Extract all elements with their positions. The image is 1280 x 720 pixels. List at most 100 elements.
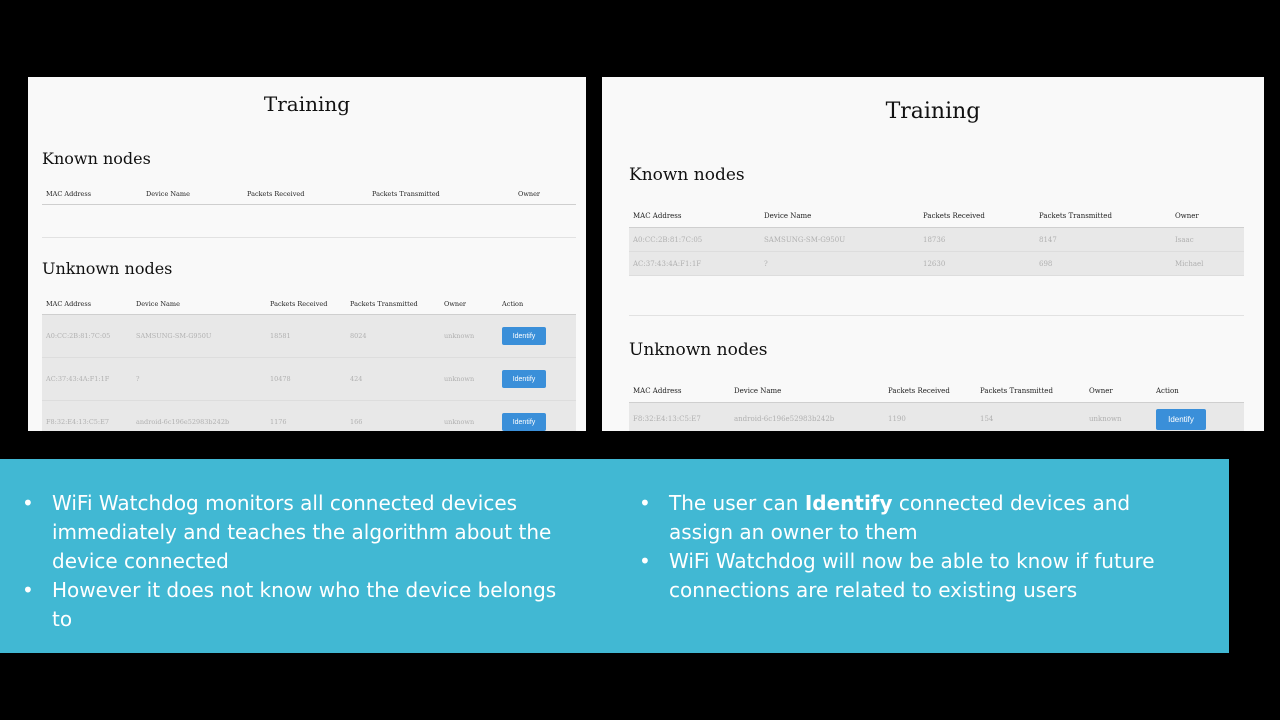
column-header: Owner (1171, 205, 1244, 228)
device-name-cell: android-6c196e52983b242b (730, 402, 884, 431)
unknown-nodes-heading: Unknown nodes (629, 340, 768, 360)
mac-address-cell: F8:32:E4:13:C5:E7 (629, 402, 730, 431)
page-title: Training (263, 92, 351, 116)
bullet-item: • WiFi Watchdog will now be able to know… (639, 547, 1199, 605)
column-header: Packets Received (884, 380, 976, 403)
identify-button[interactable]: Identify (502, 370, 546, 388)
packets-received-cell: 18736 (919, 227, 1035, 252)
packets-transmitted-cell: 8147 (1035, 227, 1171, 252)
identify-button[interactable]: Identify (1156, 408, 1206, 430)
known-nodes-table: MAC Address Device Name Packets Received… (629, 205, 1244, 276)
unknown-nodes-heading: Unknown nodes (42, 259, 173, 278)
right-screenshot: Training Known nodes MAC Address Device … (602, 77, 1264, 431)
column-header: Device Name (142, 184, 243, 205)
column-header: Device Name (730, 380, 884, 403)
column-header: Packets Transmitted (1035, 205, 1171, 228)
device-name-cell: SAMSUNG-SM-G950U (760, 227, 919, 252)
column-header: Packets Received (243, 184, 368, 205)
table-header-row: MAC Address Device Name Packets Received… (629, 380, 1244, 403)
owner-cell: unknown (440, 314, 498, 358)
owner-cell: unknown (440, 357, 498, 401)
summary-banner: • WiFi Watchdog monitors all connected d… (0, 459, 1229, 653)
packets-received-cell: 10478 (266, 357, 346, 401)
identify-button[interactable]: Identify (502, 327, 546, 345)
device-name-cell: android-6c196e52983b242b (132, 400, 266, 431)
bullet-text: However it does not know who the device … (52, 578, 557, 631)
column-header: MAC Address (629, 380, 730, 403)
owner-cell: Michael (1171, 251, 1244, 276)
bullet-text-part: The user can (669, 491, 805, 515)
table-row: A0:CC:2B:81:7C:05 SAMSUNG-SM-G950U 18736… (629, 227, 1244, 252)
column-header: Device Name (132, 294, 266, 315)
bullet-text-emphasis: Identify (804, 491, 893, 515)
owner-cell: unknown (1085, 402, 1152, 431)
packets-transmitted-cell: 424 (346, 357, 440, 401)
column-header: Packets Transmitted (976, 380, 1085, 403)
mac-address-cell: F8:32:E4:13:C5:E7 (42, 400, 132, 431)
packets-transmitted-cell: 154 (976, 402, 1085, 431)
packets-transmitted-cell: 698 (1035, 251, 1171, 276)
packets-received-cell: 1190 (884, 402, 976, 431)
action-cell: Identify (1152, 402, 1244, 431)
right-bullet-list: • The user can Identify connected device… (639, 489, 1199, 605)
left-screenshot: Training Known nodes MAC Address Device … (28, 77, 586, 431)
table-row: AC:37:43:4A:F1:1F ? 10478 424 unknown Id… (42, 357, 576, 401)
bullet-dot: • (22, 578, 34, 602)
packets-received-cell: 18581 (266, 314, 346, 358)
table-header-row: MAC Address Device Name Packets Received… (629, 205, 1244, 228)
unknown-nodes-table: MAC Address Device Name Packets Received… (42, 294, 576, 431)
left-bullet-list: • WiFi Watchdog monitors all connected d… (22, 489, 582, 634)
bullet-item: • However it does not know who the devic… (22, 576, 582, 634)
column-header: Packets Transmitted (368, 184, 514, 205)
table-row: F8:32:E4:13:C5:E7 android-6c196e52983b24… (42, 400, 576, 431)
owner-cell: unknown (440, 400, 498, 431)
bullet-item: • WiFi Watchdog monitors all connected d… (22, 489, 582, 576)
bullet-dot: • (639, 491, 651, 515)
column-header: MAC Address (629, 205, 760, 228)
device-name-cell: ? (132, 357, 266, 401)
owner-cell: Isaac (1171, 227, 1244, 252)
section-divider (629, 315, 1244, 316)
table-row: F8:32:E4:13:C5:E7 android-6c196e52983b24… (629, 402, 1244, 431)
column-header: Packets Transmitted (346, 294, 440, 315)
column-header: MAC Address (42, 294, 132, 315)
column-header: MAC Address (42, 184, 142, 205)
unknown-nodes-table: MAC Address Device Name Packets Received… (629, 380, 1244, 431)
section-divider (42, 237, 576, 238)
action-cell: Identify (498, 357, 576, 401)
action-cell: Identify (498, 314, 576, 358)
table-header-row: MAC Address Device Name Packets Received… (42, 184, 576, 205)
table-row: A0:CC:2B:81:7C:05 SAMSUNG-SM-G950U 18581… (42, 314, 576, 358)
identify-button[interactable]: Identify (502, 413, 546, 431)
packets-transmitted-cell: 166 (346, 400, 440, 431)
column-header: Action (498, 294, 576, 315)
device-name-cell: ? (760, 251, 919, 276)
column-header: Owner (1085, 380, 1152, 403)
column-header: Device Name (760, 205, 919, 228)
known-nodes-table: MAC Address Device Name Packets Received… (42, 184, 576, 205)
page-title: Training (885, 99, 981, 124)
column-header: Owner (440, 294, 498, 315)
known-nodes-heading: Known nodes (42, 149, 151, 168)
bullet-text: WiFi Watchdog monitors all connected dev… (52, 491, 552, 573)
device-name-cell: SAMSUNG-SM-G950U (132, 314, 266, 358)
action-cell: Identify (498, 400, 576, 431)
packets-transmitted-cell: 8024 (346, 314, 440, 358)
mac-address-cell: A0:CC:2B:81:7C:05 (629, 227, 760, 252)
bullet-dot: • (639, 549, 651, 573)
column-header: Packets Received (919, 205, 1035, 228)
mac-address-cell: AC:37:43:4A:F1:1F (42, 357, 132, 401)
column-header: Packets Received (266, 294, 346, 315)
column-header: Owner (514, 184, 576, 205)
known-nodes-heading: Known nodes (629, 165, 745, 185)
mac-address-cell: AC:37:43:4A:F1:1F (629, 251, 760, 276)
bullet-dot: • (22, 491, 34, 515)
mac-address-cell: A0:CC:2B:81:7C:05 (42, 314, 132, 358)
bullet-item: • The user can Identify connected device… (639, 489, 1199, 547)
packets-received-cell: 12630 (919, 251, 1035, 276)
table-row: AC:37:43:4A:F1:1F ? 12630 698 Michael (629, 251, 1244, 276)
table-header-row: MAC Address Device Name Packets Received… (42, 294, 576, 315)
bullet-text: WiFi Watchdog will now be able to know i… (669, 549, 1155, 602)
packets-received-cell: 1176 (266, 400, 346, 431)
bullet-text: The user can Identify connected devices … (669, 491, 1130, 544)
